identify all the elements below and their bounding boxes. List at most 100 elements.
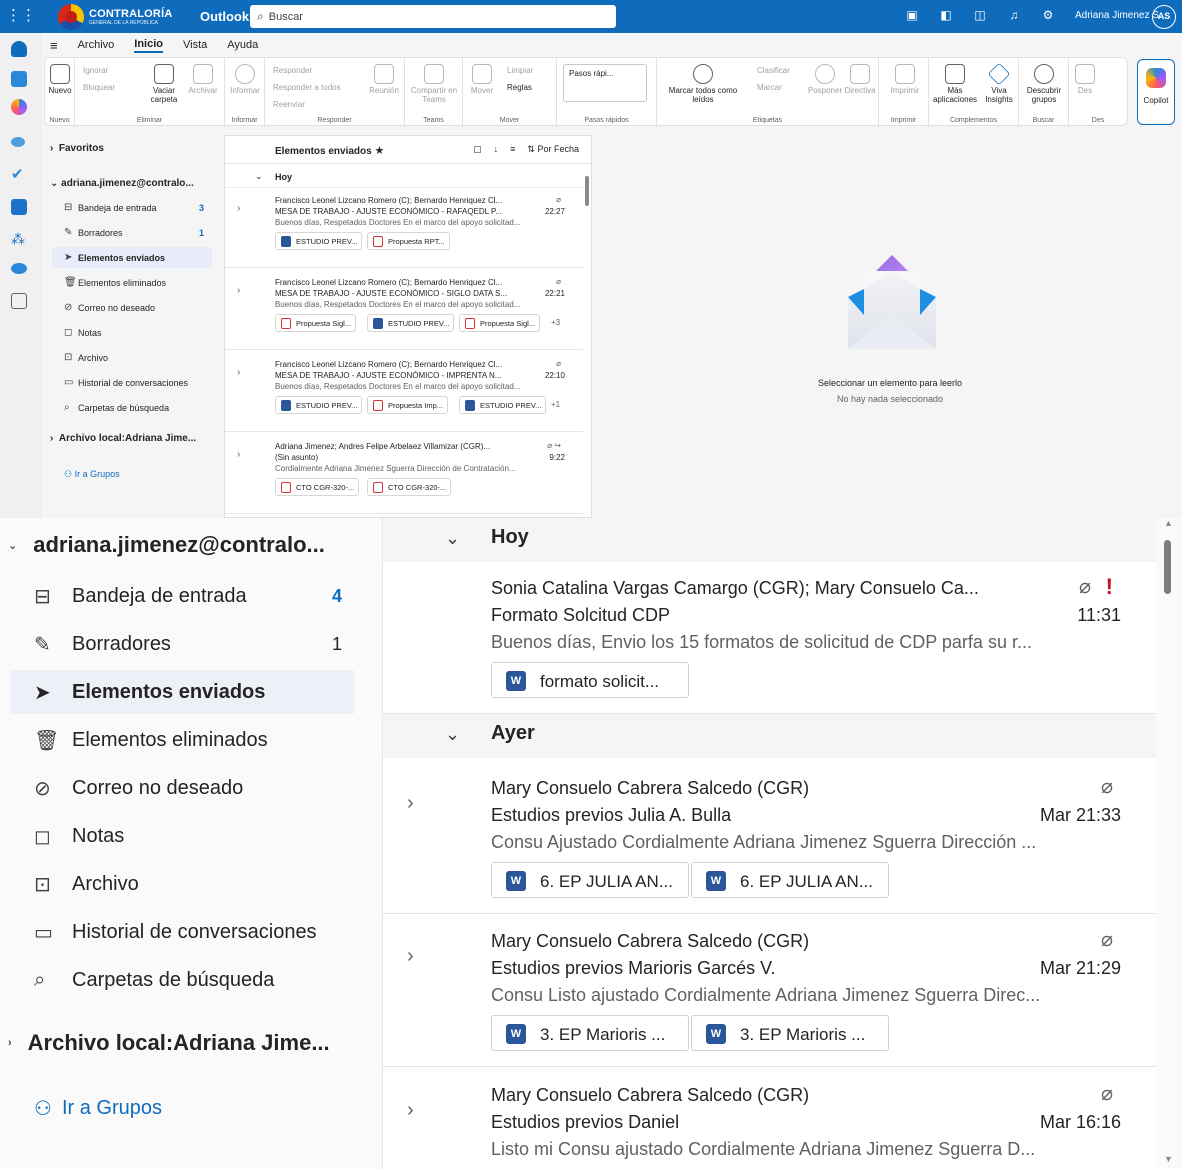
new-mail-button[interactable]: Nuevo xyxy=(47,64,73,95)
des-button[interactable]: Des xyxy=(1073,64,1097,95)
classify-button[interactable]: Clasificar xyxy=(757,66,790,75)
local-archive-node[interactable]: ›Archivo local:Adriana Jime... xyxy=(8,1030,330,1056)
quick-steps-dropdown[interactable]: Pasos rápi... xyxy=(563,64,647,102)
go-to-groups-link[interactable]: ⚇ Ir a Grupos xyxy=(64,469,120,480)
flag-button[interactable]: Marcar xyxy=(757,83,782,92)
mail-app-icon[interactable] xyxy=(11,41,27,57)
attachment-chip[interactable]: W3. EP Marioris ... xyxy=(491,1015,689,1051)
more-apps-button[interactable]: Más aplicaciones xyxy=(931,64,979,104)
section-header-yesterday[interactable]: ⌄Ayer xyxy=(383,714,1157,758)
onedrive-app-icon[interactable] xyxy=(11,263,27,274)
filter-icon[interactable]: ≡ xyxy=(510,144,515,155)
sort-button[interactable]: ⇅ Por Fecha xyxy=(527,144,579,155)
policy-button[interactable]: Directiva xyxy=(843,64,877,95)
people-app-icon[interactable] xyxy=(11,137,25,147)
empty-folder-button[interactable]: Vaciar carpeta xyxy=(145,64,183,104)
hamburger-icon[interactable]: ≡ xyxy=(50,38,58,53)
teams-chat-icon[interactable]: ▣ xyxy=(905,8,919,22)
move-button[interactable]: Mover xyxy=(467,64,497,95)
folder-notes[interactable]: ◻Notas xyxy=(10,814,354,858)
folder-drafts[interactable]: ✎Borradores1 xyxy=(52,222,212,243)
folder-inbox[interactable]: ⊟Bandeja de entrada3 xyxy=(52,197,212,218)
rules-button[interactable]: Reglas xyxy=(507,83,532,92)
star-icon[interactable]: ★ xyxy=(374,145,384,157)
app-name[interactable]: Outlook xyxy=(200,9,249,24)
viva-insights-button[interactable]: Viva Insights xyxy=(981,64,1017,104)
attachment-chip[interactable]: CTO CGR-320-... xyxy=(367,478,451,496)
account-node[interactable]: ⌄adriana.jimenez@contralo... xyxy=(8,532,325,558)
more-attachments[interactable]: +3 xyxy=(551,317,560,328)
tab-inicio[interactable]: Inicio xyxy=(134,38,163,53)
calendar-app-icon[interactable] xyxy=(11,71,27,87)
section-header-today[interactable]: ⌄Hoy xyxy=(383,518,1157,562)
folder-search[interactable]: ⌕Carpetas de búsqueda xyxy=(52,397,212,418)
expand-icon[interactable]: › xyxy=(407,1097,414,1124)
ignore-button[interactable]: Ignorar xyxy=(83,66,108,75)
attachment-chip[interactable]: ESTUDIO PREV... xyxy=(275,396,362,414)
folder-deleted[interactable]: 🗑︎Elementos eliminados xyxy=(10,718,354,762)
attachment-chip[interactable]: CTO CGR-320-... xyxy=(275,478,359,496)
more-attachments[interactable]: +1 xyxy=(551,399,560,410)
expand-icon[interactable]: › xyxy=(237,203,240,214)
discover-groups-button[interactable]: Descubrir grupos xyxy=(1023,64,1065,104)
list-item[interactable]: › Francisco Leonel Lizcano Romero (C); B… xyxy=(225,270,583,350)
folder-notes[interactable]: ◻Notas xyxy=(52,322,212,343)
app-launcher-icon[interactable]: ⋮⋮ xyxy=(6,7,24,25)
attachment-chip[interactable]: Propuesta Sigl... xyxy=(275,314,356,332)
attachment-chip[interactable]: ESTUDIO PREV... xyxy=(367,314,454,332)
jump-icon[interactable]: ↓ xyxy=(494,144,499,155)
folder-junk[interactable]: ⊘Correo no deseado xyxy=(10,766,354,810)
attachment-chip[interactable]: W3. EP Marioris ... xyxy=(691,1015,889,1051)
attachment-chip[interactable]: ESTUDIO PREV... xyxy=(459,396,546,414)
folder-drafts[interactable]: ✎Borradores1 xyxy=(10,622,354,666)
list-item[interactable]: › Adriana Jimenez; Andres Felipe Arbelae… xyxy=(225,434,583,514)
folder-history[interactable]: ▭Historial de conversaciones xyxy=(10,910,354,954)
list-item[interactable]: › Mary Consuelo Cabrera Salcedo (CGR) ⌀ … xyxy=(383,1069,1157,1169)
folder-history[interactable]: ▭Historial de conversaciones xyxy=(52,372,212,393)
attachment-chip[interactable]: Propuesta Sigl... xyxy=(459,314,540,332)
attachment-chip[interactable]: Wformato solicit... xyxy=(491,662,689,698)
folder-inbox[interactable]: ⊟Bandeja de entrada4 xyxy=(10,574,354,618)
forward-button[interactable]: Reenviar xyxy=(273,100,305,109)
search-input[interactable]: ⌕ Buscar xyxy=(250,5,616,28)
scrollbar-thumb[interactable] xyxy=(1164,540,1171,594)
sweep-button[interactable]: Limpiar xyxy=(507,66,533,75)
select-icon[interactable]: ▢ xyxy=(473,144,482,155)
folder-sent[interactable]: ➤Elementos enviados xyxy=(10,670,354,714)
archive-button[interactable]: Archivar xyxy=(185,64,221,95)
snooze-button[interactable]: Posponer xyxy=(805,64,845,95)
tab-ayuda[interactable]: Ayuda xyxy=(227,39,258,51)
org-app-icon[interactable]: ⁂ xyxy=(11,231,27,247)
expand-icon[interactable]: › xyxy=(237,285,240,296)
report-button[interactable]: Informar xyxy=(227,64,263,95)
folder-sent[interactable]: ➤Elementos enviados xyxy=(52,247,212,268)
list-item[interactable]: › Mary Consuelo Cabrera Salcedo (CGR) ⌀ … xyxy=(383,762,1157,914)
list-item[interactable]: › Francisco Leonel Lizcano Romero (C); B… xyxy=(225,352,583,432)
attachment-chip[interactable]: W6. EP JULIA AN... xyxy=(691,862,889,898)
office-apps-icon[interactable]: ◧ xyxy=(939,8,953,22)
block-button[interactable]: Bloquear xyxy=(83,83,115,92)
attachment-chip[interactable]: ESTUDIO PREV... xyxy=(275,232,362,250)
scrollbar-thumb[interactable] xyxy=(585,176,589,206)
scroll-down-icon[interactable]: ▼ xyxy=(1164,1154,1173,1164)
todo-app-icon[interactable]: ✔ xyxy=(11,167,27,183)
local-archive-node[interactable]: › Archivo local:Adriana Jime... xyxy=(50,433,196,444)
list-item[interactable]: › Mary Consuelo Cabrera Salcedo (CGR) ⌀ … xyxy=(383,915,1157,1067)
reply-all-button[interactable]: Responder a todos xyxy=(273,83,341,92)
bell-icon[interactable]: ♫ xyxy=(1007,8,1021,22)
print-button[interactable]: Imprimir xyxy=(885,64,925,95)
copilot-app-icon[interactable] xyxy=(11,99,27,115)
section-header-today[interactable]: ⌄Hoy xyxy=(225,166,583,188)
attachment-chip[interactable]: W6. EP JULIA AN... xyxy=(491,862,689,898)
expand-icon[interactable]: › xyxy=(237,449,240,460)
feedback-icon[interactable]: ◫ xyxy=(973,8,987,22)
folder-archive[interactable]: ⊡Archivo xyxy=(52,347,212,368)
meeting-button[interactable]: Reunión xyxy=(367,64,401,95)
share-teams-button[interactable]: Compartir en Teams xyxy=(409,64,459,104)
org-logo[interactable]: CONTRALORÍA GENERAL DE LA REPÚBLICA xyxy=(58,3,172,31)
folder-junk[interactable]: ⊘Correo no deseado xyxy=(52,297,212,318)
attachment-chip[interactable]: Propuesta RPT... xyxy=(367,232,450,250)
files-app-icon[interactable] xyxy=(11,199,27,215)
expand-icon[interactable]: › xyxy=(407,790,414,817)
list-item[interactable]: Sonia Catalina Vargas Camargo (CGR); Mar… xyxy=(383,562,1157,714)
